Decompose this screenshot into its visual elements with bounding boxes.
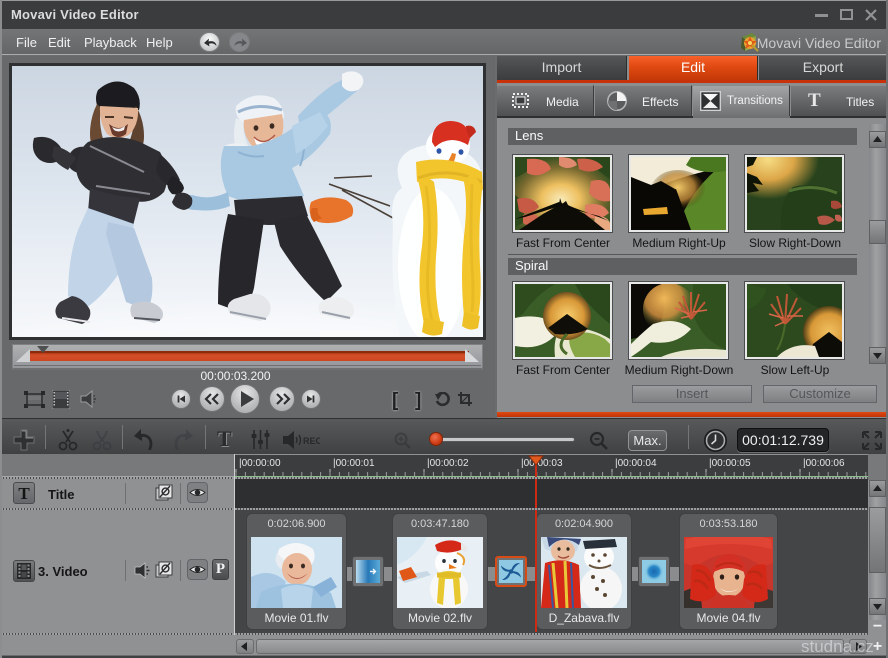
svg-text:|00:00:00: |00:00:00 (239, 458, 281, 469)
svg-text:|00:00:01: |00:00:01 (333, 458, 375, 469)
svg-text:REC: REC (303, 436, 320, 446)
svg-text:|00:00:02: |00:00:02 (427, 458, 469, 469)
svg-text:|00:00:04: |00:00:04 (615, 458, 657, 469)
svg-text:|00:00:06: |00:00:06 (803, 458, 845, 469)
svg-text:|00:00:05: |00:00:05 (709, 458, 751, 469)
